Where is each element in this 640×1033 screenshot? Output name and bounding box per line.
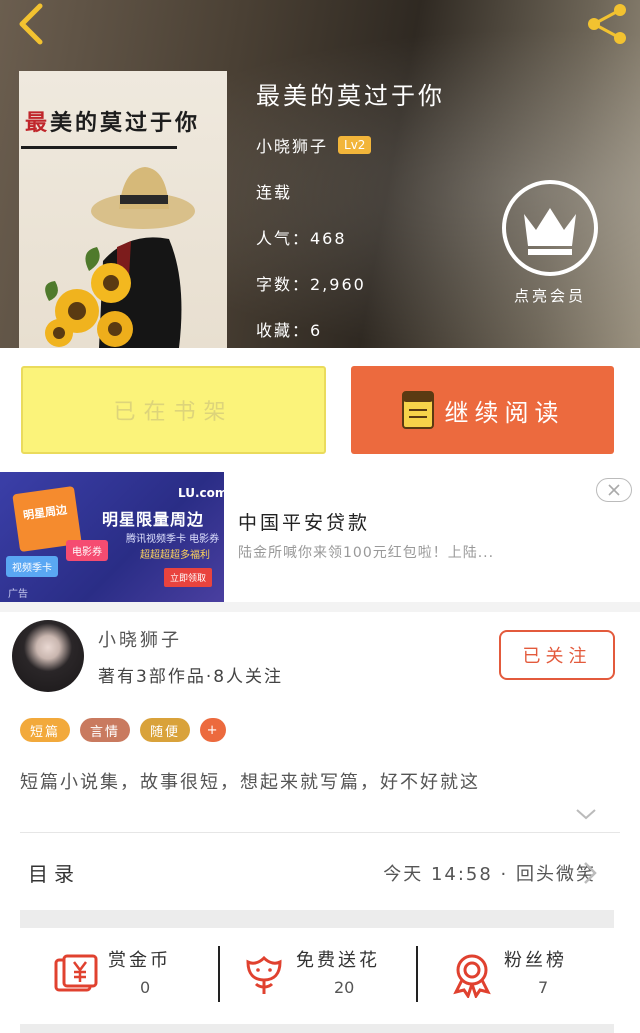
- book-header: 最美的莫过于你 最美的莫过于你 小晓狮子 Lv2 连载 人气：468 字数：2,…: [0, 0, 640, 348]
- stat-value: 0: [140, 978, 151, 997]
- chevron-left-icon: [19, 3, 43, 45]
- level-badge: Lv2: [338, 136, 372, 154]
- cover-illustration: [45, 167, 195, 348]
- stat-label: 粉丝榜: [504, 950, 567, 971]
- author-row: 小晓狮子 Lv2: [256, 133, 445, 157]
- ad-headline: 明星限量周边: [102, 510, 205, 529]
- stat-separator: [416, 946, 418, 1002]
- in-bookshelf-button[interactable]: 已在书架: [21, 366, 326, 454]
- chevron-right-icon: [584, 862, 597, 884]
- back-button[interactable]: [10, 2, 50, 46]
- book-popularity: 人气：468: [256, 229, 347, 248]
- crown-icon: [502, 180, 598, 276]
- share-button[interactable]: [582, 2, 632, 46]
- ad-title[interactable]: 中国平安贷款: [238, 508, 370, 535]
- ad-description: 陆金所喊你来领100元红包啦！上陆...: [238, 545, 495, 561]
- catalog-row[interactable]: 目录 今天 14:58 · 回头微笑: [0, 840, 640, 904]
- author-avatar[interactable]: [12, 620, 84, 692]
- author-name[interactable]: 小晓狮子: [256, 133, 328, 157]
- ad-sub2: 超超超超多福利: [140, 550, 210, 561]
- ad-image[interactable]: 明星周边 视频季卡 电影券 LU.com 明星限量周边 腾讯视频季卡 电影券 超…: [0, 472, 224, 602]
- synopsis: 短篇小说集，故事很短，想起来就写篇，好不好就这: [20, 772, 480, 793]
- book-icon: [401, 391, 434, 429]
- stat-reward-coins[interactable]: 赏金币 0: [52, 946, 202, 1006]
- author-card-name[interactable]: 小晓狮子: [98, 626, 182, 652]
- section-gap: [0, 602, 640, 612]
- book-word-count: 字数：2,960: [256, 275, 366, 294]
- share-icon: [588, 4, 626, 44]
- ad-cta-button[interactable]: 立即领取: [164, 568, 213, 587]
- divider: [20, 832, 620, 833]
- tag-list: 短篇 言情 随便 +: [20, 718, 227, 742]
- author-card-meta: 著有3部作品·8人关注: [98, 667, 284, 687]
- book-status: 连载: [256, 183, 293, 202]
- ad-banner[interactable]: 明星周边 视频季卡 电影券 LU.com 明星限量周边 腾讯视频季卡 电影券 超…: [0, 472, 640, 602]
- action-bar: 已在书架 继续阅读: [0, 348, 640, 472]
- book-info: 最美的莫过于你 小晓狮子 Lv2 连载 人气：468 字数：2,960 收藏：6: [256, 76, 445, 341]
- catalog-title: 目录: [28, 862, 80, 886]
- continue-reading-button[interactable]: 继续阅读: [351, 366, 614, 454]
- author-card: 小晓狮子 著有3部作品·8人关注 已关注: [0, 612, 640, 712]
- ad-sub: 腾讯视频季卡 电影券: [126, 534, 220, 545]
- medal-icon: [453, 954, 491, 998]
- ad-close-button[interactable]: [596, 478, 632, 502]
- latest-update: 今天 14:58 · 回头微笑: [383, 864, 596, 885]
- tag-chip[interactable]: 言情: [80, 718, 131, 742]
- vip-button[interactable]: [500, 178, 600, 278]
- tag-chip[interactable]: 短篇: [20, 718, 71, 742]
- stat-value: 7: [538, 978, 549, 997]
- stat-label: 赏金币: [108, 950, 171, 971]
- book-favorites: 收藏：6: [256, 321, 323, 340]
- ad-brand: LU.com: [178, 486, 224, 500]
- coin-envelope-icon: [54, 954, 98, 992]
- stat-fan-rank[interactable]: 粉丝榜 7: [448, 946, 598, 1006]
- chevron-down-icon[interactable]: [574, 806, 598, 822]
- vip-label: 点亮会员: [513, 287, 586, 305]
- flower-icon: [246, 955, 282, 994]
- ad-tag-movie-ticket: 电影券: [66, 540, 108, 561]
- continue-reading-label: 继续阅读: [444, 398, 565, 427]
- add-tag-button[interactable]: +: [200, 718, 227, 742]
- stat-label: 免费送花: [296, 950, 380, 971]
- stats-bar: 赏金币 0 免费送花 20 粉丝榜 7: [0, 928, 640, 1022]
- stat-separator: [218, 946, 220, 1002]
- ad-label: 广告: [8, 589, 28, 600]
- book-title: 最美的莫过于你: [256, 82, 445, 110]
- section-gap: [20, 1024, 614, 1033]
- section-gap: [20, 910, 614, 928]
- stat-value: 20: [334, 978, 355, 997]
- ad-tag-video-card: 视频季卡: [6, 556, 58, 577]
- follow-button[interactable]: 已关注: [499, 630, 615, 680]
- stat-free-flowers[interactable]: 免费送花 20: [240, 946, 410, 1006]
- close-icon: [608, 484, 620, 496]
- book-cover[interactable]: 最美的莫过于你: [19, 71, 227, 348]
- tag-chip[interactable]: 随便: [140, 718, 191, 742]
